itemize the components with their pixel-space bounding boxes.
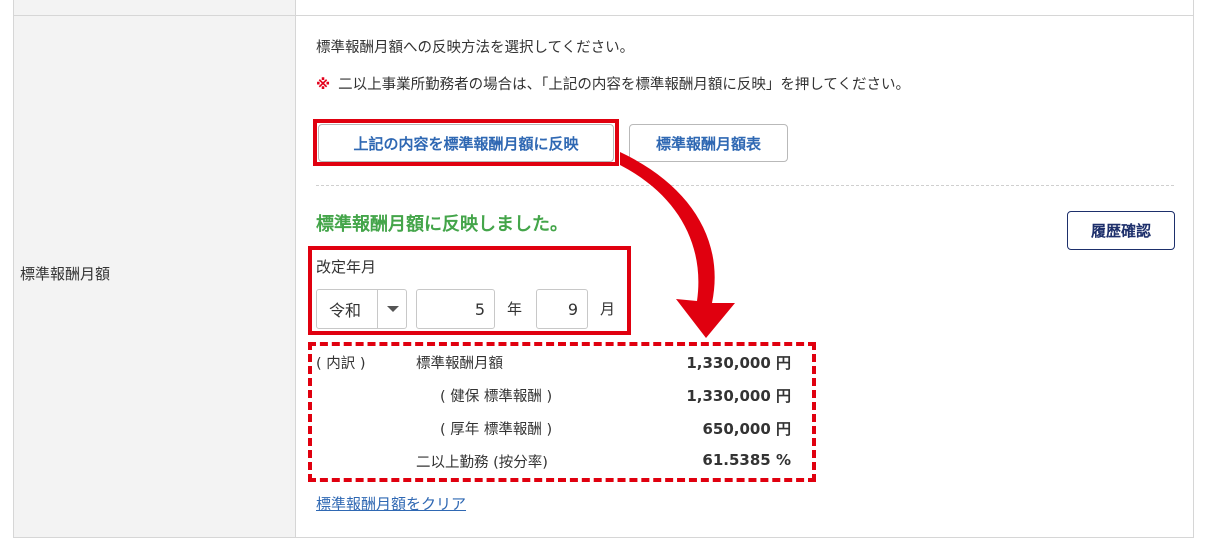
era-select[interactable]: 令和 — [316, 289, 407, 329]
previous-row — [14, 0, 1193, 16]
year-unit: 年 — [507, 300, 523, 318]
salary-table-button[interactable]: 標準報酬月額表 — [629, 124, 788, 162]
breakdown-label-pension: ( 厚年 標準報酬 ) — [440, 422, 553, 438]
breakdown-value-ratio: 61.5385 % — [702, 451, 791, 469]
breakdown-label-health: ( 健保 標準報酬 ) — [440, 389, 553, 405]
month-unit: 月 — [600, 300, 616, 318]
note-mark: ※ — [316, 77, 331, 93]
status-message: 標準報酬月額に反映しました。 — [316, 214, 568, 235]
breakdown-label-monthly: 標準報酬月額 — [416, 356, 503, 372]
clear-link[interactable]: 標準報酬月額をクリア — [316, 493, 466, 514]
note-text: ※ 二以上事業所勤務者の場合は、「上記の内容を標準報酬月額に反映」を押してください… — [316, 73, 910, 94]
note-body: 二以上事業所勤務者の場合は、「上記の内容を標準報酬月額に反映」を押してください。 — [338, 77, 910, 93]
month-input[interactable]: 9 — [536, 289, 588, 329]
instruction-text: 標準報酬月額への反映方法を選択してください。 — [316, 40, 635, 56]
history-button[interactable]: 履歴確認 — [1067, 211, 1175, 250]
breakdown-label-ratio: 二以上勤務 (按分率) — [416, 455, 548, 471]
divider — [316, 185, 1174, 186]
breakdown-value-monthly: 1,330,000 円 — [686, 354, 791, 372]
revision-label: 改定年月 — [316, 258, 377, 276]
era-separator — [377, 290, 378, 328]
breakdown-prefix: ( 内訳 ) — [316, 356, 366, 372]
field-label: 標準報酬月額 — [20, 265, 111, 283]
breakdown-value-pension: 650,000 円 — [702, 420, 791, 438]
year-input[interactable]: 5 — [416, 289, 495, 329]
highlight-reflect-button — [313, 119, 619, 166]
breakdown-value-health: 1,330,000 円 — [686, 387, 791, 405]
era-value: 令和 — [329, 301, 362, 320]
chevron-down-icon — [387, 306, 399, 312]
